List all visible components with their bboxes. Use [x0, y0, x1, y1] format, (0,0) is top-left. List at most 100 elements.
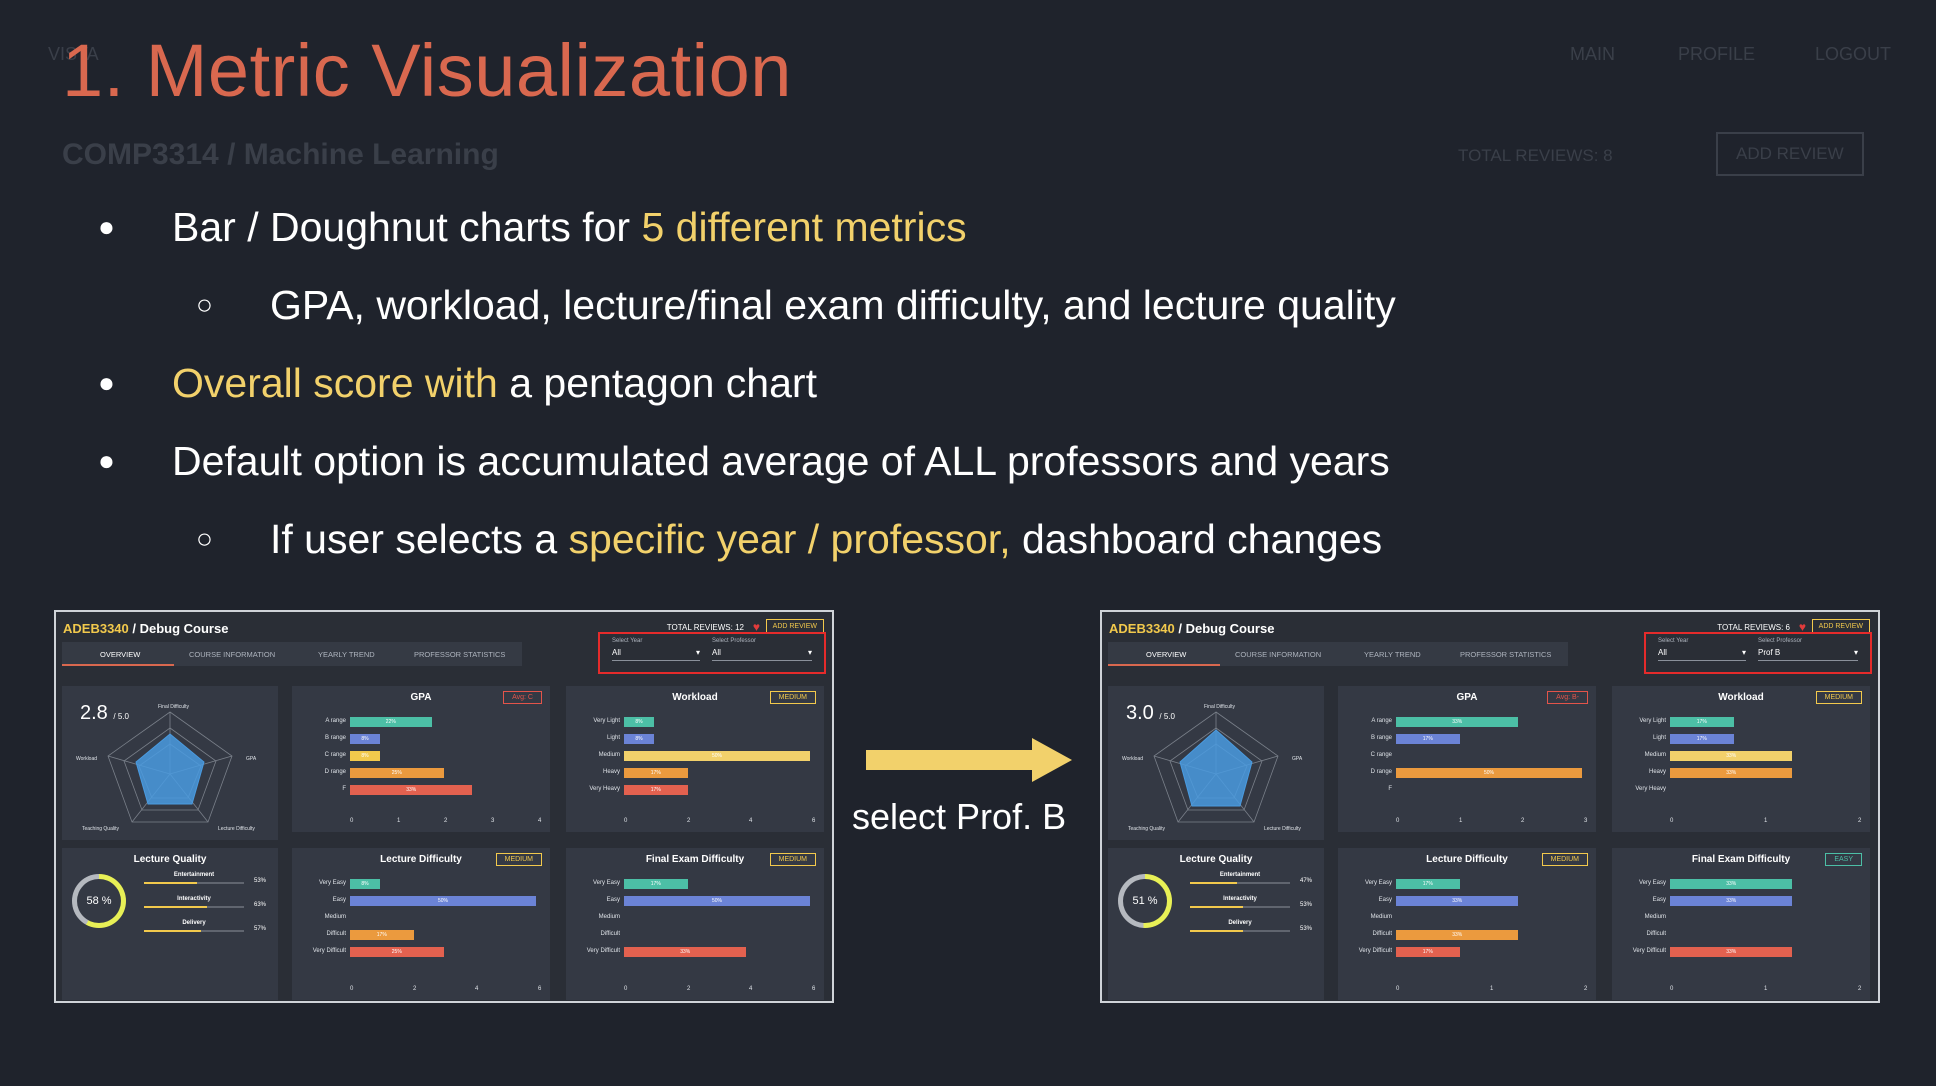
bar-label: Medium	[1370, 914, 1392, 920]
bar-label: F	[1388, 786, 1392, 792]
bar-label: Easy	[332, 897, 346, 903]
tab-2[interactable]: YEARLY TREND	[318, 650, 375, 659]
bar-label: Very Easy	[1638, 880, 1666, 886]
bar: 17%	[624, 768, 688, 778]
bar: 25%	[350, 947, 444, 957]
bar: 17%	[1670, 717, 1734, 727]
axis-tick: 1	[1764, 818, 1768, 824]
bar-row: Medium	[566, 912, 824, 924]
radar-label: Final Difficulty	[1204, 704, 1236, 710]
bar: 8%	[624, 717, 654, 727]
axis-tick: 2	[1858, 818, 1862, 824]
bar-row: Light 8%	[566, 733, 824, 745]
bar-row: C range 8%	[292, 750, 550, 762]
lq-pct: 57%	[253, 926, 266, 932]
lecture-quality-value: 58 %	[86, 895, 112, 907]
axis-tick: 0	[624, 818, 628, 824]
tab-1[interactable]: COURSE INFORMATION	[189, 650, 275, 659]
tab-0[interactable]: OVERVIEW	[100, 650, 140, 659]
bar-row: D range 50%	[1338, 767, 1596, 779]
select-year-label: Select Year	[1658, 638, 1689, 644]
axis-tick: 4	[475, 986, 479, 992]
bar-row: B range 8%	[292, 733, 550, 745]
radar-label: Teaching Quality	[1128, 826, 1165, 832]
bar-label: Difficult	[1646, 931, 1666, 937]
lq-pct: 47%	[1299, 878, 1312, 884]
axis-tick: 0	[1670, 986, 1674, 992]
bar-row: Very Easy 8%	[292, 878, 550, 890]
bar: 17%	[624, 879, 688, 889]
lq-item: Delivery 57%	[144, 920, 266, 932]
radar-label: Lecture Difficulty	[1264, 826, 1301, 832]
axis-tick: 1	[1764, 986, 1768, 992]
bar-row: B range 17%	[1338, 733, 1596, 745]
bar-label: C range	[1370, 752, 1392, 758]
radar-label: GPA	[1292, 756, 1303, 762]
active-tab-indicator	[62, 664, 174, 666]
axis-tick: 1	[1490, 986, 1494, 992]
axis-tick: 1	[397, 818, 401, 824]
active-tab-indicator	[1108, 664, 1220, 666]
bar-label: A range	[325, 718, 346, 724]
bg-total: TOTAL REVIEWS: 8	[1458, 146, 1613, 165]
bar-label: B range	[324, 735, 346, 741]
axis-tick: 6	[538, 986, 542, 992]
bg-course: COMP3314 / Machine Learning	[62, 138, 499, 171]
tab-3[interactable]: PROFESSOR STATISTICS	[1460, 650, 1551, 659]
pentagon-radar-chart	[1153, 711, 1279, 823]
bg-nav-profile: PROFILE	[1678, 44, 1756, 64]
bar: 22%	[350, 717, 432, 727]
bar-row: Very Heavy	[1612, 784, 1870, 796]
lq-pct: 53%	[253, 878, 266, 884]
bar: 50%	[624, 896, 810, 906]
tab-1[interactable]: COURSE INFORMATION	[1235, 650, 1321, 659]
bullet-1: Bar / Doughnut charts for 5 different me…	[98, 188, 1396, 266]
tab-0[interactable]: OVERVIEW	[1146, 650, 1186, 659]
tab-2[interactable]: YEARLY TREND	[1364, 650, 1421, 659]
filter-highlight: Select Year All Select Professor All	[598, 632, 826, 674]
bar-label: Easy	[1378, 897, 1392, 903]
axis-tick: 0	[350, 986, 354, 992]
axis-tick: 2	[1584, 986, 1588, 992]
bar-label: Very Easy	[318, 880, 346, 886]
bar: 17%	[1396, 879, 1460, 889]
bar-row: Light 17%	[1612, 733, 1870, 745]
bar-row: Difficult 33%	[1338, 929, 1596, 941]
bar-label: Medium	[598, 914, 620, 920]
chart-badge: EASY	[1825, 853, 1862, 866]
axis-tick: 3	[491, 818, 495, 824]
bar: 25%	[350, 768, 444, 778]
lq-item: Interactivity 53%	[1190, 896, 1312, 908]
bar-label: Difficult	[326, 931, 346, 937]
bar-label: C range	[324, 752, 346, 758]
select-professor-dropdown[interactable]: All	[712, 648, 812, 661]
total-reviews: TOTAL REVIEWS: 12	[666, 623, 744, 632]
axis-tick: 2	[413, 986, 417, 992]
select-year-dropdown[interactable]: All	[612, 648, 700, 661]
bar-label: Very Light	[593, 718, 620, 724]
select-year-dropdown[interactable]: All	[1658, 648, 1746, 661]
bullet-3: Default option is accumulated average of…	[98, 422, 1396, 500]
bar: 8%	[350, 751, 380, 761]
lecture-quality-card: Lecture Quality 58 % Entertainment 53% I…	[62, 848, 278, 1000]
bar-row: F 33%	[292, 784, 550, 796]
bar-label: Very Difficult	[1358, 948, 1392, 954]
bg-nav-logout: LOGOUT	[1815, 44, 1892, 64]
bar: 33%	[1670, 896, 1793, 906]
bar: 33%	[1396, 896, 1519, 906]
final-chart-card: Final Exam Difficulty MEDIUM Very Easy 1…	[566, 848, 824, 1000]
tab-bar: OVERVIEW COURSE INFORMATION YEARLY TREND PR…	[1108, 642, 1568, 666]
bar-row: Easy 50%	[292, 895, 550, 907]
bar: 17%	[350, 930, 414, 940]
tab-3[interactable]: PROFESSOR STATISTICS	[414, 650, 505, 659]
arrow-caption: select Prof. B	[852, 796, 1067, 837]
bar-label: Medium	[1644, 752, 1666, 758]
lec-chart-card: Lecture Difficulty MEDIUM Very Easy 8% E…	[292, 848, 550, 1000]
chart-badge: MEDIUM	[495, 853, 542, 866]
bar: 17%	[1396, 947, 1460, 957]
bar: 17%	[1396, 734, 1460, 744]
bar-row: Medium 33%	[1612, 750, 1870, 762]
select-professor-dropdown[interactable]: Prof B	[1758, 648, 1858, 661]
overall-score-card: 3.0 / 5.0 Final Difficulty GPA Lecture D…	[1108, 686, 1324, 840]
radar-label: Workload	[1122, 756, 1144, 762]
